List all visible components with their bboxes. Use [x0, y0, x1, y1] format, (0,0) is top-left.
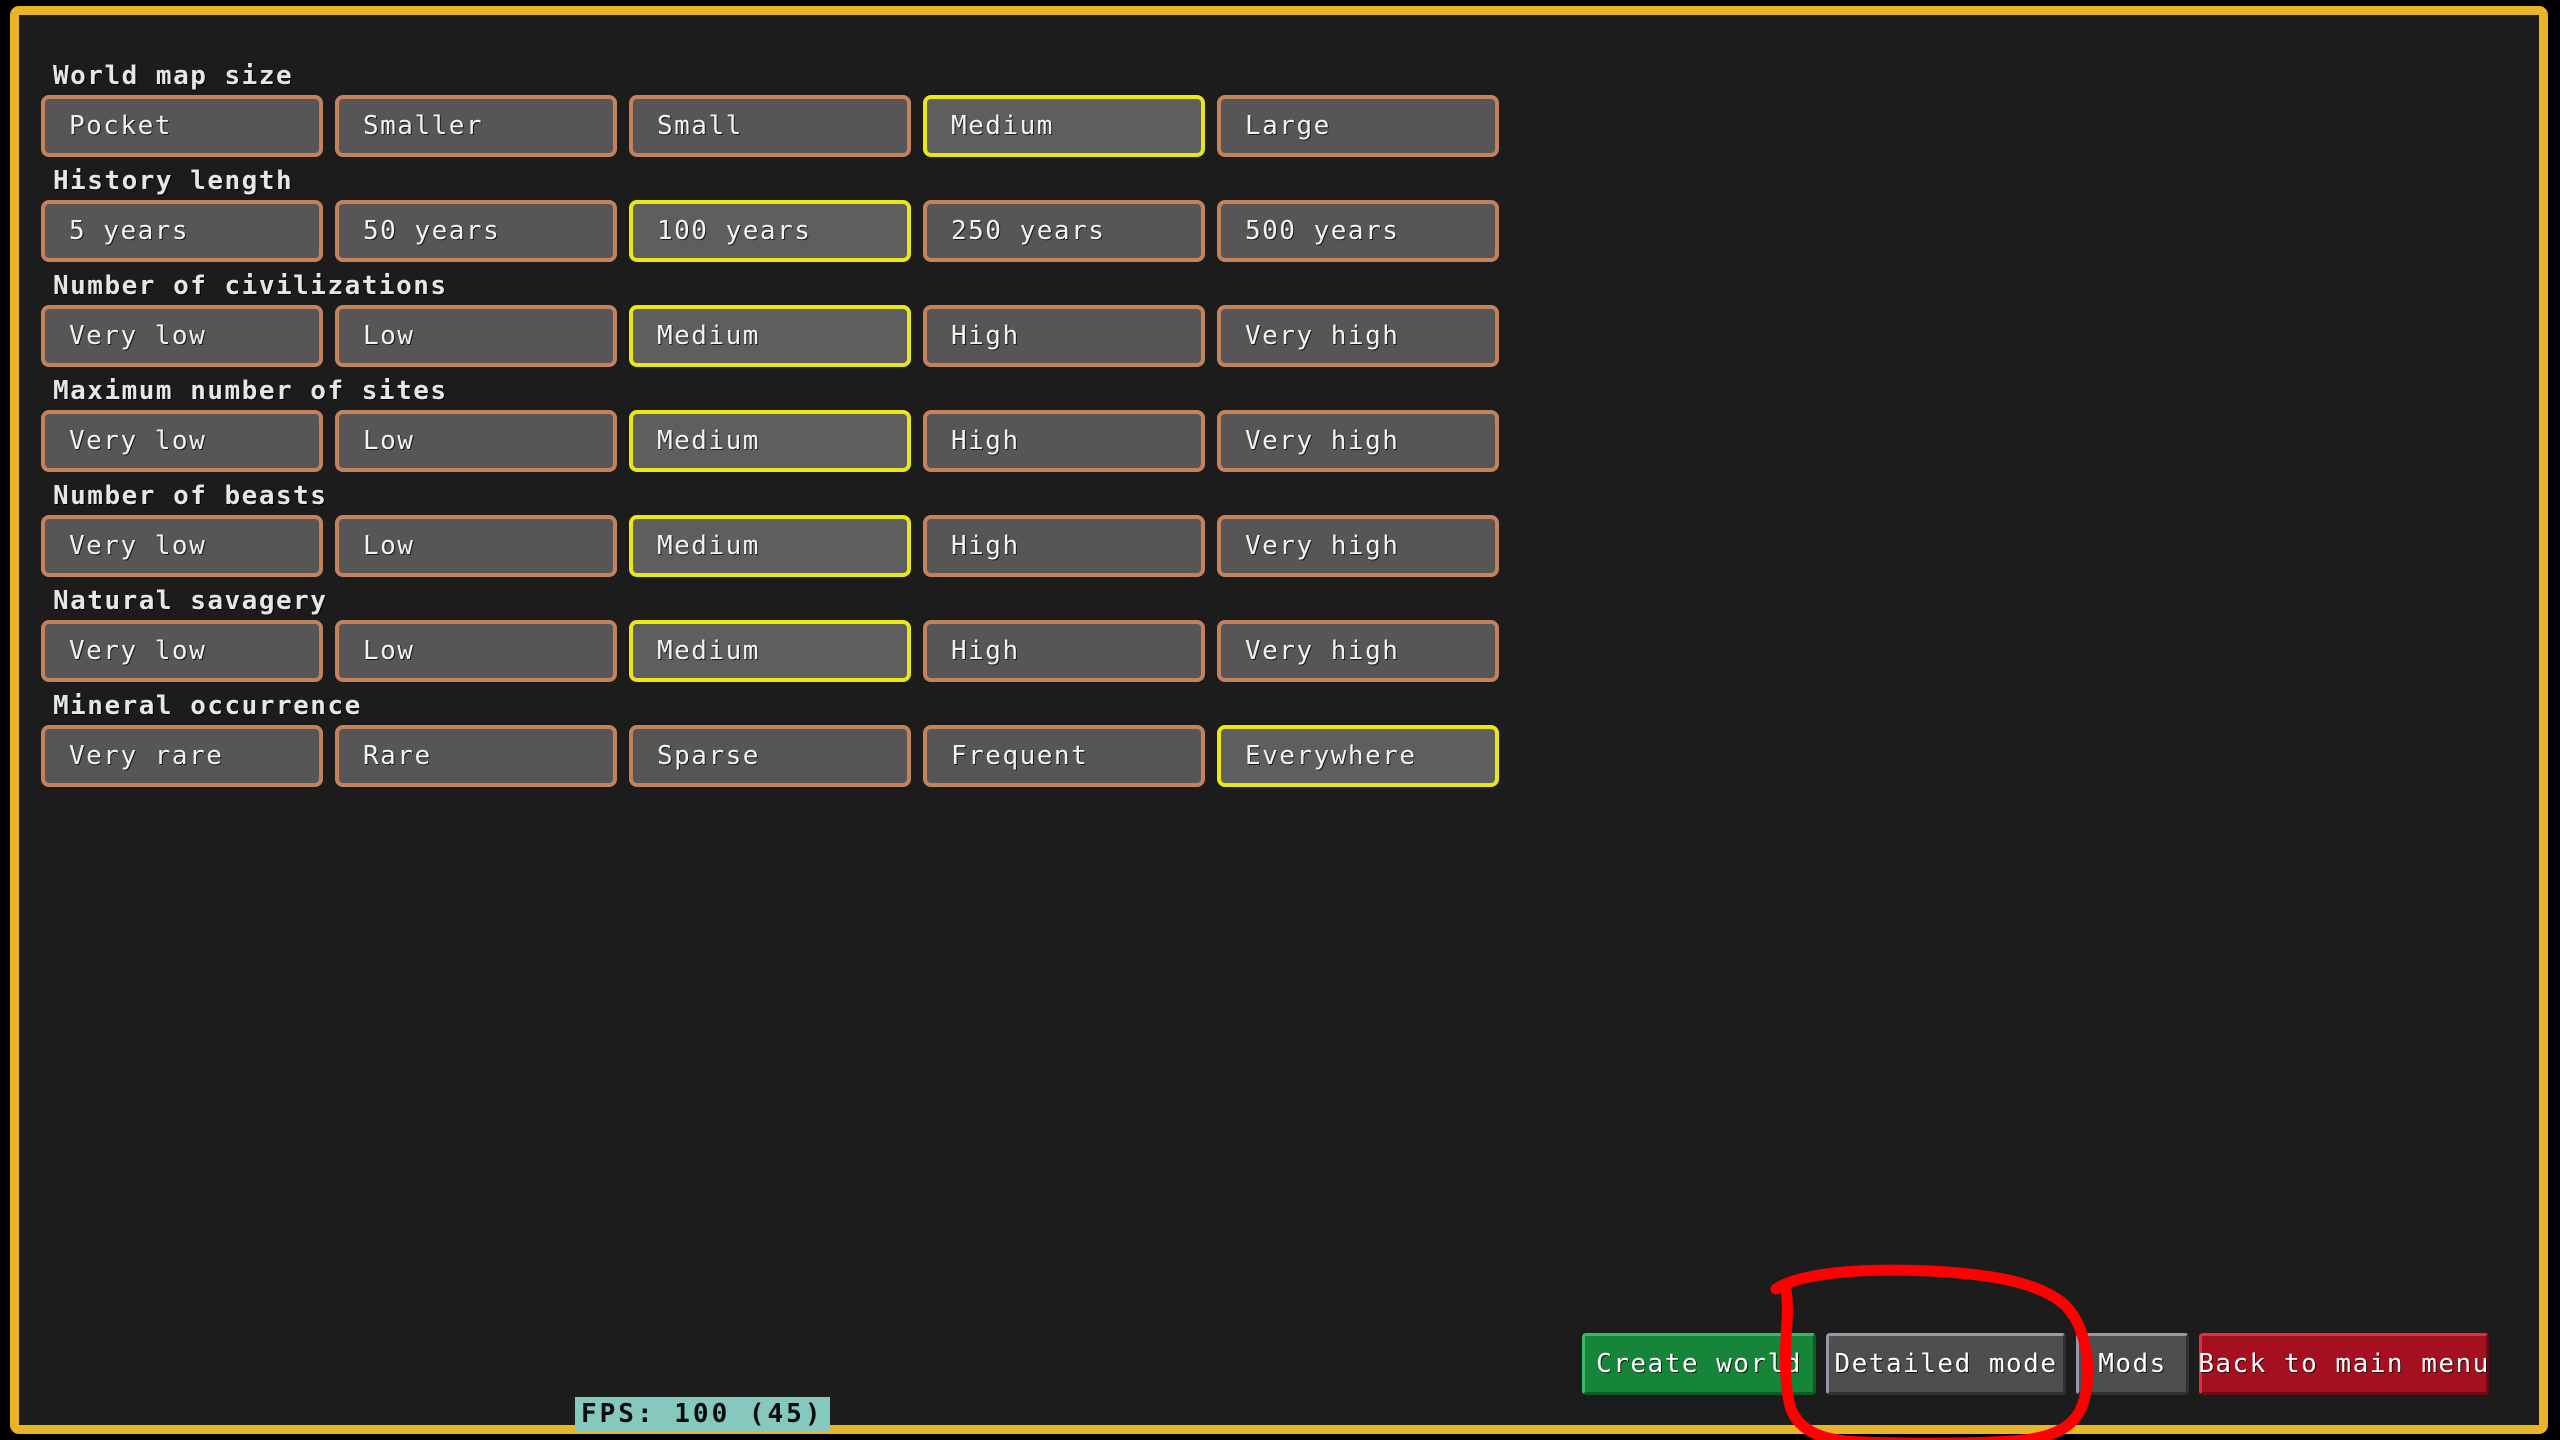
option-button[interactable]: High	[923, 515, 1205, 577]
option-button-label: Low	[363, 638, 414, 664]
option-button[interactable]: Medium	[629, 515, 911, 577]
option-row: 5 years 50 years 100 years 250 years 500 yea…	[41, 200, 1541, 262]
option-button[interactable]: Medium	[629, 620, 911, 682]
option-button-label: Smaller	[363, 113, 483, 139]
option-button-label: Low	[363, 533, 414, 559]
option-group-label: Number of civilizations	[53, 273, 448, 299]
option-button[interactable]: 50 years	[335, 200, 617, 262]
window-content: World map size Pocket Smaller Small Medium La…	[19, 15, 2557, 1440]
option-button[interactable]: Very low	[41, 305, 323, 367]
option-button-label: 500 years	[1245, 218, 1399, 244]
option-button[interactable]: 100 years	[629, 200, 911, 262]
option-button-label: 50 years	[363, 218, 500, 244]
option-button-label: 100 years	[657, 218, 811, 244]
mods-button[interactable]: Mods	[2076, 1333, 2189, 1395]
option-button[interactable]: Very low	[41, 515, 323, 577]
option-row: Very low Low Medium High Very high	[41, 515, 1541, 577]
option-button-label: Medium	[657, 533, 760, 559]
option-button-label: Large	[1245, 113, 1331, 139]
option-button-label: Low	[363, 428, 414, 454]
option-button[interactable]: Medium	[923, 95, 1205, 157]
option-button-label: Sparse	[657, 743, 760, 769]
option-row: Very low Low Medium High Very high	[41, 305, 1541, 367]
option-button[interactable]: Low	[335, 305, 617, 367]
option-group-label: World map size	[53, 63, 293, 89]
option-button-label: Very low	[69, 638, 206, 664]
option-button[interactable]: Low	[335, 410, 617, 472]
option-button[interactable]: Medium	[629, 410, 911, 472]
option-button[interactable]: Rare	[335, 725, 617, 787]
mods-button-label: Mods	[2098, 1351, 2167, 1377]
option-button[interactable]: Very high	[1217, 305, 1499, 367]
option-button[interactable]: Very low	[41, 620, 323, 682]
option-button-label: Everywhere	[1245, 743, 1417, 769]
option-row: Very rare Rare Sparse Frequent Everywhere	[41, 725, 1541, 787]
world-generation-screen: World map size Pocket Smaller Small Medium La…	[0, 0, 2560, 1440]
option-group-label: Maximum number of sites	[53, 378, 448, 404]
option-button-label: Very low	[69, 323, 206, 349]
option-button-label: High	[951, 323, 1020, 349]
option-button-label: 250 years	[951, 218, 1105, 244]
option-button-label: Rare	[363, 743, 432, 769]
detailed-mode-button[interactable]: Detailed mode	[1826, 1333, 2066, 1395]
option-button-label: Medium	[657, 323, 760, 349]
option-button-label: High	[951, 428, 1020, 454]
option-button-label: Very high	[1245, 428, 1399, 454]
option-button[interactable]: Very low	[41, 410, 323, 472]
option-group-label: Number of beasts	[53, 483, 327, 509]
option-button-label: Very high	[1245, 638, 1399, 664]
back-to-main-menu-button-label: Back to main menu	[2198, 1351, 2490, 1377]
option-button[interactable]: Frequent	[923, 725, 1205, 787]
window-frame: World map size Pocket Smaller Small Medium La…	[10, 6, 2548, 1434]
option-button[interactable]: Very high	[1217, 515, 1499, 577]
option-group-label: History length	[53, 168, 293, 194]
detailed-mode-button-label: Detailed mode	[1835, 1351, 2058, 1377]
option-group-label: Mineral occurrence	[53, 693, 362, 719]
option-button-label: Very high	[1245, 533, 1399, 559]
option-button-label: High	[951, 638, 1020, 664]
option-button-label: Very high	[1245, 323, 1399, 349]
option-button[interactable]: Low	[335, 620, 617, 682]
option-button-label: Pocket	[69, 113, 172, 139]
option-button-label: Low	[363, 323, 414, 349]
option-button-label: Medium	[657, 428, 760, 454]
option-button-label: Medium	[951, 113, 1054, 139]
option-button-label: 5 years	[69, 218, 189, 244]
option-button[interactable]: 500 years	[1217, 200, 1499, 262]
option-button-label: Very rare	[69, 743, 223, 769]
action-button-bar: Create world Detailed mode Mods Back to mai…	[1582, 1333, 2489, 1395]
create-world-button[interactable]: Create world	[1582, 1333, 1816, 1395]
option-button[interactable]: 250 years	[923, 200, 1205, 262]
option-button[interactable]: Smaller	[335, 95, 617, 157]
option-button[interactable]: 5 years	[41, 200, 323, 262]
option-button[interactable]: Small	[629, 95, 911, 157]
option-button[interactable]: High	[923, 305, 1205, 367]
option-button[interactable]: Pocket	[41, 95, 323, 157]
option-button[interactable]: High	[923, 410, 1205, 472]
option-row: Very low Low Medium High Very high	[41, 410, 1541, 472]
option-button-label: Frequent	[951, 743, 1088, 769]
option-button-label: High	[951, 533, 1020, 559]
fps-counter: FPS: 100 (45)	[575, 1397, 830, 1431]
option-button[interactable]: Sparse	[629, 725, 911, 787]
option-button[interactable]: High	[923, 620, 1205, 682]
option-button[interactable]: Very high	[1217, 620, 1499, 682]
create-world-button-label: Create world	[1596, 1351, 1802, 1377]
option-row: Pocket Smaller Small Medium Large	[41, 95, 1541, 157]
option-button[interactable]: Very rare	[41, 725, 323, 787]
back-to-main-menu-button[interactable]: Back to main menu	[2199, 1333, 2489, 1395]
option-button[interactable]: Large	[1217, 95, 1499, 157]
option-button-label: Medium	[657, 638, 760, 664]
option-button[interactable]: Very high	[1217, 410, 1499, 472]
option-button[interactable]: Low	[335, 515, 617, 577]
option-button[interactable]: Medium	[629, 305, 911, 367]
option-button-label: Small	[657, 113, 743, 139]
option-group-label: Natural savagery	[53, 588, 327, 614]
option-row: Very low Low Medium High Very high	[41, 620, 1541, 682]
option-button[interactable]: Everywhere	[1217, 725, 1499, 787]
option-button-label: Very low	[69, 428, 206, 454]
option-button-label: Very low	[69, 533, 206, 559]
